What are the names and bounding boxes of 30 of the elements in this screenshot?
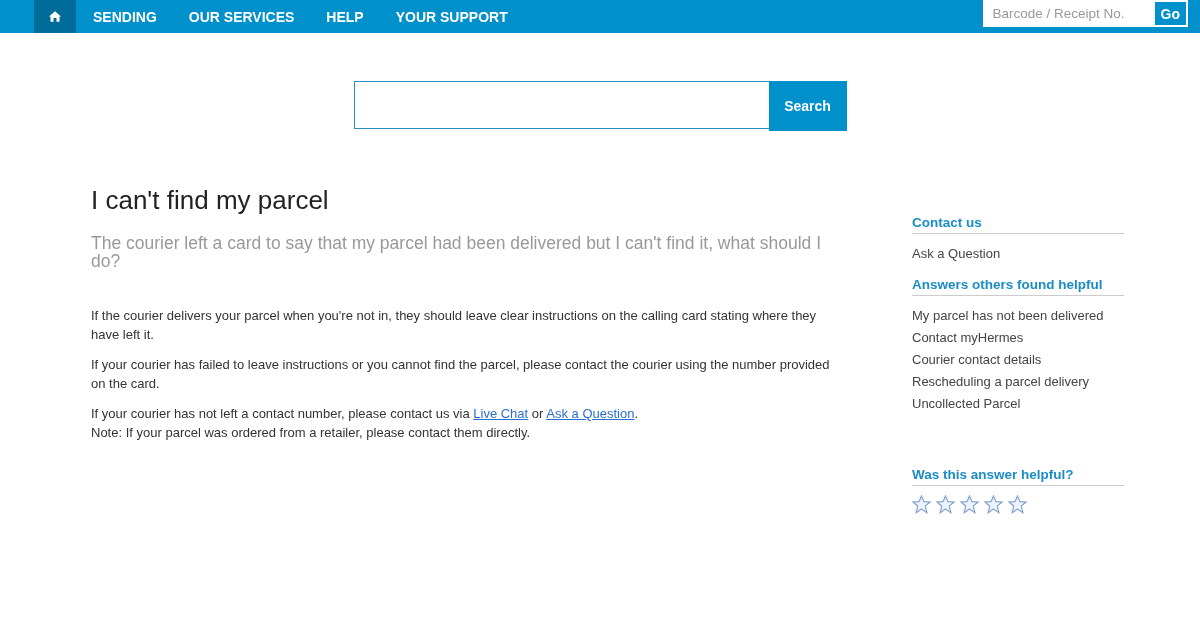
star-icon[interactable]	[936, 495, 955, 514]
home-icon	[49, 11, 61, 22]
nav-link[interactable]: HELP	[311, 0, 379, 33]
sidebar-link[interactable]: Uncollected Parcel	[912, 393, 1124, 415]
sidebar-link[interactable]: Contact myHermes	[912, 327, 1124, 349]
paragraph: If the courier delivers your parcel when you're not in, they should leave clear instructions on the calling card stating where they have left it.	[91, 307, 818, 344]
nav-link[interactable]: SENDING	[78, 0, 172, 33]
star-icon[interactable]	[984, 495, 1003, 514]
sidebar-link[interactable]: Ask a Question	[912, 243, 1124, 265]
paragraph: If your courier has failed to leave instructions or you cannot find the parcel, please contact the courier using the number provided on the card.	[91, 356, 831, 393]
star-icon[interactable]	[1008, 495, 1027, 514]
article-question: The courier left a card to say that my parcel had been delivered but I can't find it, what should I do?	[91, 234, 822, 270]
section-heading: Was this answer helpful?	[912, 467, 1124, 486]
search-button[interactable]: Search	[768, 81, 847, 131]
star-icon[interactable]	[960, 495, 979, 514]
sidebar-link[interactable]: Rescheduling a parcel delivery	[912, 371, 1124, 393]
section-heading: Answers others found helpful	[912, 277, 1124, 296]
barcode-field[interactable]: Barcode / Receipt No.	[982, 0, 1155, 27]
sidebar-link[interactable]: Courier contact details	[912, 349, 1124, 371]
go-button[interactable]: Go	[1154, 0, 1188, 27]
paragraph: If your courier has not left a contact number, please contact us via Live Chat or Ask a Question. Note: If your parcel was ordered from a retailer, please contact them directly.	[91, 405, 640, 442]
sidebar-link[interactable]: My parcel has not been delivered	[912, 305, 1124, 327]
article-title: I can't find my parcel	[91, 185, 330, 216]
search-field[interactable]	[353, 81, 769, 129]
nav-link[interactable]: OUR SERVICES	[173, 0, 310, 33]
home-button[interactable]	[34, 0, 76, 33]
text-link[interactable]: Live Chat	[473, 406, 529, 421]
section-heading: Contact us	[912, 215, 1124, 234]
star-icon[interactable]	[912, 495, 931, 514]
nav-link[interactable]: YOUR SUPPORT	[380, 0, 523, 33]
